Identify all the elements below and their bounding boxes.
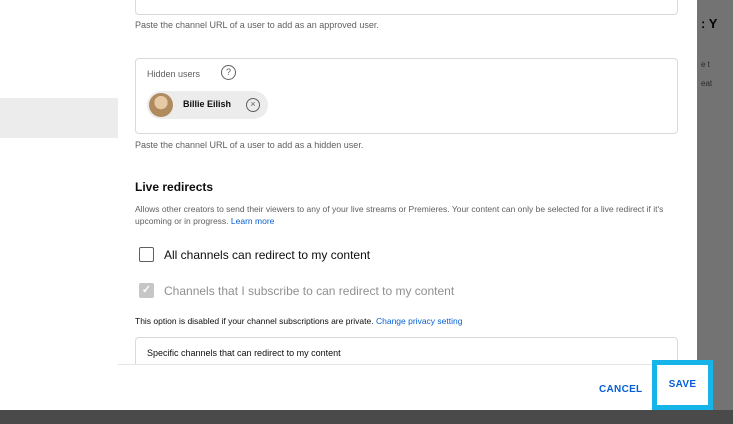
subscribed-channels-label: Channels that I subscribe to can redirec… [164, 284, 455, 298]
modal-scrim-bottom [0, 410, 733, 424]
hidden-user-chip: Billie Eilish × [147, 91, 268, 119]
live-redirects-title: Live redirects [135, 180, 214, 194]
privacy-note: This option is disabled if your channel … [135, 316, 462, 326]
dialog-footer: CANCEL [118, 364, 697, 410]
live-redirects-description-text: Allows other creators to send their view… [135, 204, 664, 226]
specific-channels-input[interactable]: Specific channels that can redirect to m… [135, 337, 678, 364]
avatar [149, 93, 173, 117]
community-settings-dialog: Paste the channel URL of a user to add a… [118, 0, 697, 410]
save-button[interactable]: SAVE [652, 360, 713, 410]
cancel-button[interactable]: CANCEL [599, 384, 642, 395]
hidden-users-helper: Paste the channel URL of a user to add a… [135, 140, 364, 150]
specific-channels-placeholder: Specific channels that can redirect to m… [147, 348, 341, 358]
all-channels-label[interactable]: All channels can redirect to my content [164, 248, 370, 262]
all-channels-checkbox[interactable] [139, 247, 154, 262]
dialog-scroll-content[interactable]: Paste the channel URL of a user to add a… [118, 0, 697, 364]
close-icon[interactable]: × [246, 98, 260, 112]
approved-users-helper: Paste the channel URL of a user to add a… [135, 20, 379, 30]
subscribed-channels-checkbox: ✓ [139, 283, 154, 298]
background-sidebar-item [0, 98, 118, 138]
approved-users-input[interactable] [135, 0, 678, 15]
help-icon[interactable]: ? [221, 65, 236, 80]
hidden-users-label: Hidden users [147, 69, 201, 79]
modal-scrim [697, 0, 733, 410]
chip-name: Billie Eilish [183, 99, 232, 109]
change-privacy-link[interactable]: Change privacy setting [376, 316, 462, 326]
background-sidebar [0, 0, 118, 410]
privacy-note-text: This option is disabled if your channel … [135, 316, 374, 326]
hidden-users-input[interactable]: Hidden users ? Billie Eilish × [135, 58, 678, 134]
live-redirects-description: Allows other creators to send their view… [135, 203, 685, 227]
learn-more-link[interactable]: Learn more [231, 216, 274, 226]
